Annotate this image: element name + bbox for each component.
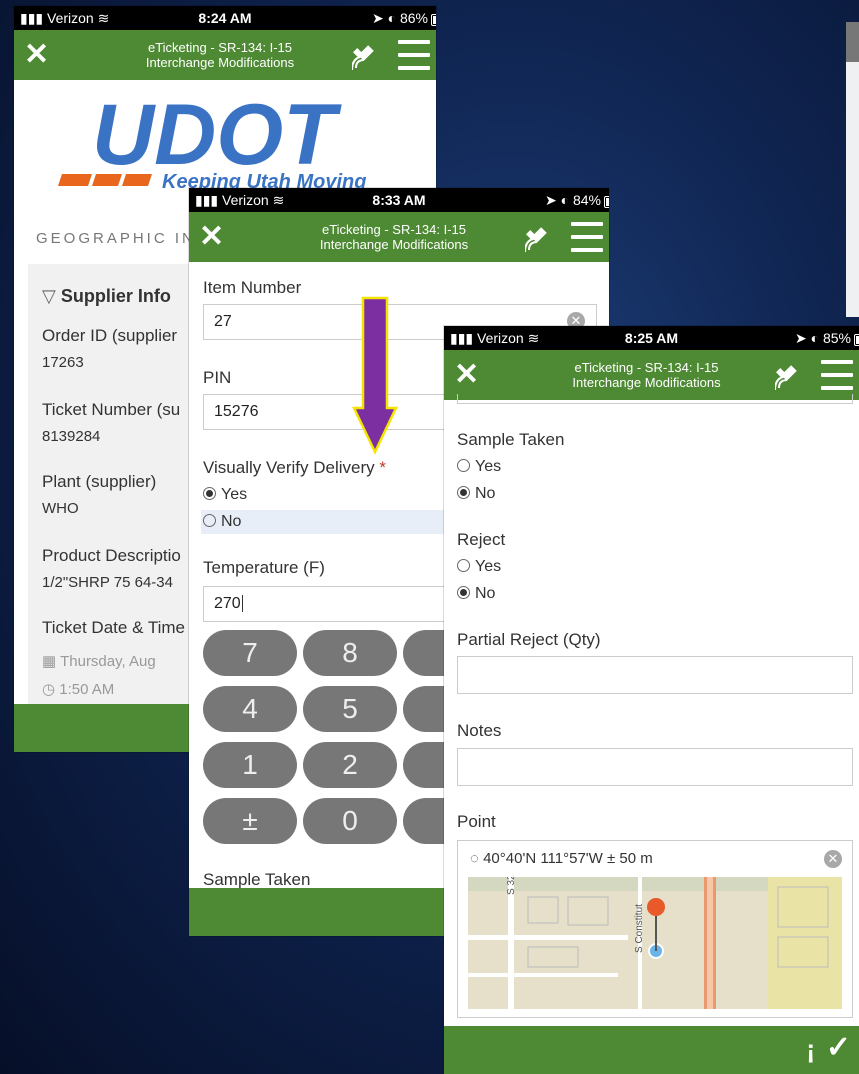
key-7[interactable]: 7 xyxy=(203,630,297,676)
verify-yes-radio[interactable]: Yes xyxy=(203,486,247,504)
radio-selected-icon xyxy=(203,487,216,500)
partial-reject-input[interactable] xyxy=(457,656,853,694)
section-title: Supplier Info xyxy=(60,286,171,306)
app-title: eTicketing - SR-134: I-15 Interchange Mo… xyxy=(145,40,295,70)
satellite-icon[interactable] xyxy=(524,224,557,260)
sample-taken-label: Sample Taken xyxy=(203,870,311,889)
phone-screen-sample-point: ▮▮▮ Verizon ≋ 8:25 AM ➤ ◐ 85% ✕ eTicketi… xyxy=(444,326,859,1074)
reject-label: Reject xyxy=(457,530,506,549)
info-icon[interactable]: ¡ xyxy=(806,1034,815,1065)
field-value-plant: WHO xyxy=(42,500,79,517)
clear-point-icon[interactable]: ✕ xyxy=(824,850,842,868)
key-1[interactable]: 1 xyxy=(203,742,297,788)
field-label-order-id: Order ID (supplier xyxy=(42,326,178,345)
location-target-icon: ◌ xyxy=(470,850,479,867)
key-8[interactable]: 8 xyxy=(303,630,397,676)
item-number-label: Item Number xyxy=(203,278,302,297)
point-coordinates: ◌ 40°40'N 111°57'W ± 50 m xyxy=(470,850,653,867)
section-header[interactable]: ▽ Supplier Info xyxy=(42,286,171,307)
status-bar: ▮▮▮ Verizon ≋ 8:25 AM ➤ ◐ 85% xyxy=(444,326,859,350)
geographic-heading: GEOGRAPHIC IN xyxy=(36,230,196,247)
verify-delivery-label: Visually Verify Delivery * xyxy=(203,458,386,477)
sample-taken-label: Sample Taken xyxy=(457,430,565,449)
battery-icon xyxy=(431,14,436,26)
radio-selected-icon xyxy=(457,486,470,499)
key-5[interactable]: 5 xyxy=(303,686,397,732)
app-header: ✕ eTicketing - SR-134: I-15 Interchange … xyxy=(14,30,436,80)
sample-taken-no-radio[interactable]: No xyxy=(457,485,495,503)
notes-input[interactable] xyxy=(457,748,853,786)
logo-text: UDOT xyxy=(92,96,342,183)
field-value-ticket-number: 8139284 xyxy=(42,428,101,445)
hamburger-menu-icon[interactable] xyxy=(398,40,430,70)
time-picker[interactable]: ◷ 1:50 AM xyxy=(42,680,114,698)
battery-indicator: ➤ ◐ 85% xyxy=(795,330,859,347)
temperature-label: Temperature (F) xyxy=(203,558,325,577)
close-button[interactable]: ✕ xyxy=(199,220,224,254)
radio-unselected-icon xyxy=(457,559,470,572)
field-label-product-description: Product Descriptio xyxy=(42,546,181,565)
battery-indicator: ➤ ◐ 84% xyxy=(545,192,609,209)
submit-check-icon[interactable]: ✓ xyxy=(826,1030,851,1065)
satellite-icon[interactable] xyxy=(351,42,384,78)
field-value-order-id: 17263 xyxy=(42,354,84,371)
field-label-plant: Plant (supplier) xyxy=(42,472,157,491)
background-panel xyxy=(846,22,859,317)
reject-no-radio[interactable]: No xyxy=(457,585,495,603)
map-street-label: S 3200 xyxy=(506,877,517,895)
field-label-ticket-number: Ticket Number (su xyxy=(42,400,181,419)
previous-input-bottom-edge xyxy=(457,394,853,404)
down-arrow-annotation xyxy=(352,296,398,456)
app-header: ✕ eTicketing - SR-134: I-15 Interchange … xyxy=(444,350,859,400)
battery-icon xyxy=(604,196,609,208)
time-value: 1:50 AM xyxy=(59,681,115,698)
sample-taken-yes-radio[interactable]: Yes xyxy=(457,458,501,476)
radio-unselected-icon xyxy=(203,514,216,527)
key-2[interactable]: 2 xyxy=(303,742,397,788)
clock-icon: ◷ xyxy=(42,681,56,698)
notes-label: Notes xyxy=(457,721,502,740)
radio-unselected-icon xyxy=(457,459,470,472)
satellite-icon[interactable] xyxy=(774,362,807,398)
location-map[interactable]: S 3200 S Constitut xyxy=(468,877,842,1009)
battery-icon xyxy=(854,334,859,346)
text-cursor xyxy=(241,595,243,612)
point-field[interactable]: ◌ 40°40'N 111°57'W ± 50 m ✕ S 3200 S Con… xyxy=(457,840,853,1018)
calendar-icon: ▦ xyxy=(42,653,57,670)
hamburger-menu-icon[interactable] xyxy=(821,360,853,390)
date-picker[interactable]: ▦ Thursday, Aug xyxy=(42,652,156,670)
pin-label: PIN xyxy=(203,368,232,387)
date-value: Thursday, Aug xyxy=(60,653,156,670)
app-title: eTicketing - SR-134: I-15 Interchange Mo… xyxy=(319,222,469,252)
field-value-product-description: 1/2"SHRP 75 64-34 xyxy=(42,574,173,591)
map-street-label: S Constitut xyxy=(634,904,645,953)
key-plus-minus[interactable]: ± xyxy=(203,798,297,844)
close-button[interactable]: ✕ xyxy=(24,38,49,72)
key-0[interactable]: 0 xyxy=(303,798,397,844)
app-header: ✕ eTicketing - SR-134: I-15 Interchange … xyxy=(189,212,609,262)
field-label-ticket-date: Ticket Date & Time xyxy=(42,618,185,637)
point-label: Point xyxy=(457,812,496,831)
status-bar: ▮▮▮ Verizon ≋ 8:33 AM ➤ ◐ 84% xyxy=(189,188,609,212)
close-button[interactable]: ✕ xyxy=(454,358,479,392)
app-title: eTicketing - SR-134: I-15 Interchange Mo… xyxy=(572,360,721,390)
battery-indicator: ➤ ◐ 86% xyxy=(372,10,436,27)
radio-selected-icon xyxy=(457,586,470,599)
footer-bar: ¡ ✓ xyxy=(444,1026,859,1074)
partial-reject-label: Partial Reject (Qty) xyxy=(457,630,601,649)
key-4[interactable]: 4 xyxy=(203,686,297,732)
required-marker: * xyxy=(379,458,386,477)
collapse-triangle-icon: ▽ xyxy=(42,286,56,306)
verify-no-radio[interactable]: No xyxy=(203,513,241,531)
background-panel-header xyxy=(846,22,859,62)
hamburger-menu-icon[interactable] xyxy=(571,222,603,252)
status-bar: ▮▮▮ Verizon ≋ 8:24 AM ➤ ◐ 86% xyxy=(14,6,436,30)
reject-yes-radio[interactable]: Yes xyxy=(457,558,501,576)
